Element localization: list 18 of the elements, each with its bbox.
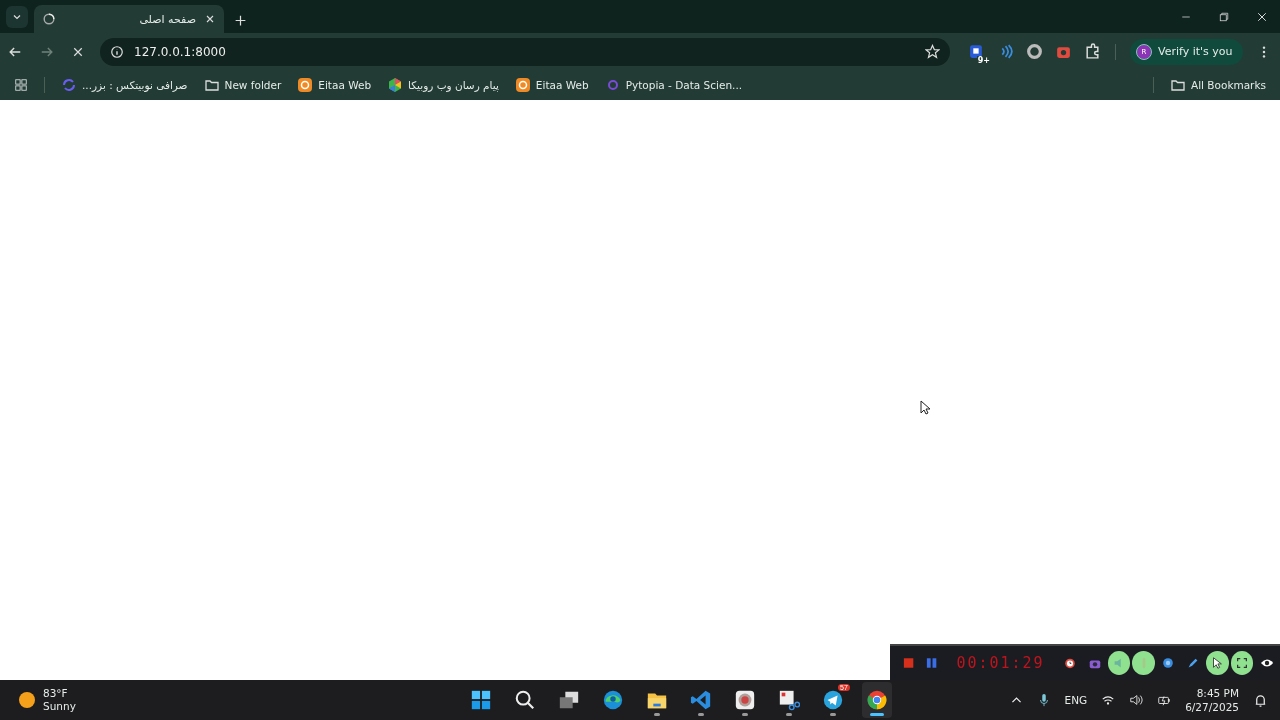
bookmark[interactable]: New folder [203,77,282,93]
recording-timer: 00:01:29 [956,654,1045,672]
url-text: 127.0.0.1:8000 [134,44,227,59]
clock-date[interactable]: 6/27/2025 [1185,700,1239,714]
temperature: 83°F [43,687,69,700]
weather-condition: Sunny [43,700,76,713]
bookmark[interactable]: Eitaa Web [514,77,589,93]
bookmark[interactable]: Eitaa Web [297,77,372,93]
clock-time[interactable]: 8:45 PM [1185,686,1239,700]
language-indicator[interactable]: ENG [1064,694,1088,706]
tab-title: صفحه اصلی [138,12,196,26]
bookmark[interactable]: پیام رسان وب روبیکا [387,77,499,93]
bookmark[interactable]: Pytopia - Data Scien... [604,77,743,93]
bookmark[interactable]: صرافی نوبیتکس : بزر... [61,77,188,93]
count-badge: 9+ [976,56,991,65]
all-bookmarks-button[interactable]: All Bookmarks [1169,77,1266,93]
browser-tab[interactable]: صفحه اصلی [34,5,224,33]
address-bar[interactable]: 127.0.0.1:8000 [100,37,950,66]
